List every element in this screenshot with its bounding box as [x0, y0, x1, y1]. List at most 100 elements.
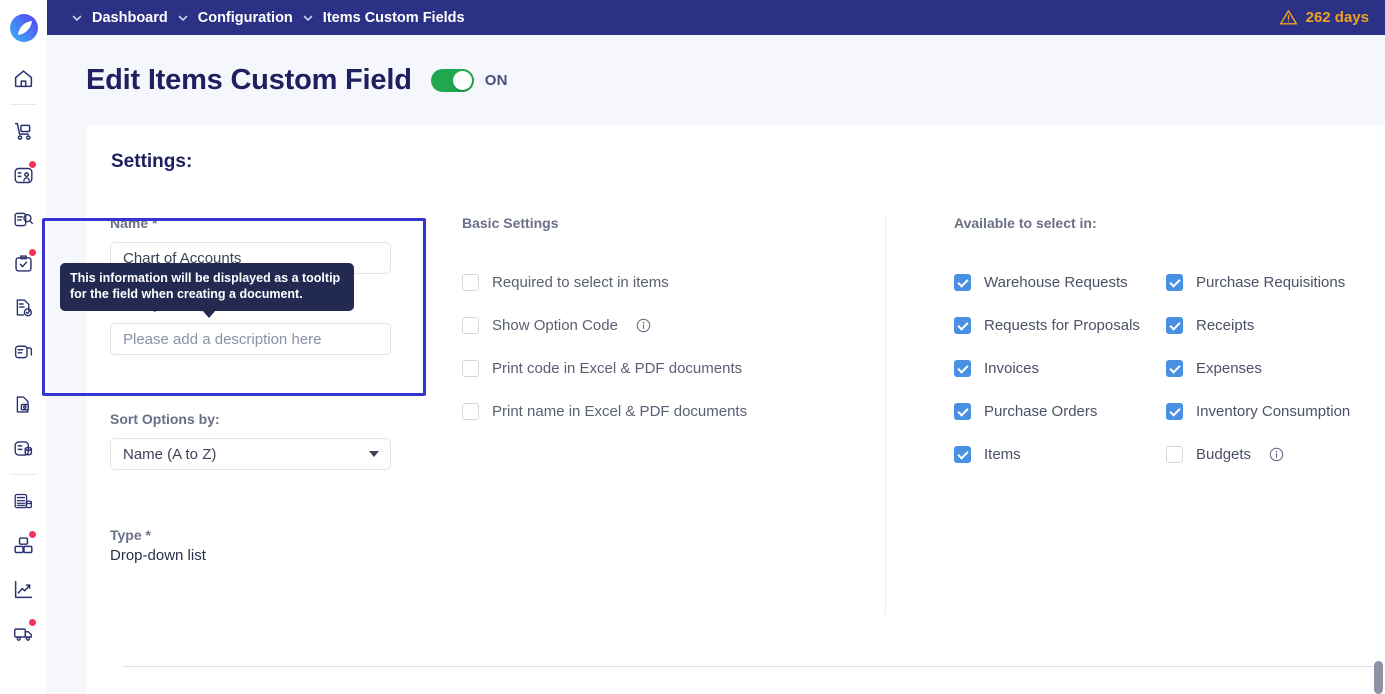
checkbox-label: Purchase Requisitions — [1196, 274, 1346, 291]
checkbox-show-option-code[interactable] — [462, 317, 479, 334]
sidebar-item-user-tasks[interactable] — [0, 153, 47, 197]
checkbox-label: Budgets — [1196, 446, 1252, 463]
notification-badge — [28, 618, 37, 627]
checkbox-label: Requests for Proposals — [984, 317, 1140, 334]
type-value: Drop-down list — [110, 547, 206, 564]
available-in-column: Available to select in: Warehouse Reques… — [954, 215, 1374, 476]
checkbox-print-name[interactable] — [462, 403, 479, 420]
info-circle-icon[interactable] — [636, 318, 651, 333]
checkbox-row-print-name[interactable]: Print name in Excel & PDF documents — [462, 390, 902, 433]
info-circle-icon[interactable] — [1269, 447, 1284, 462]
checkbox-warehouse-requests[interactable] — [954, 274, 971, 291]
checkbox-row-purchase-requisitions[interactable]: Purchase Requisitions — [1166, 261, 1374, 304]
toggle-knob — [452, 70, 472, 90]
sidebar-items — [0, 56, 47, 655]
checkbox-label: Warehouse Requests — [984, 274, 1128, 291]
sidebar-divider — [10, 104, 37, 105]
notification-badge — [28, 530, 37, 539]
checkbox-row-required-to-select[interactable]: Required to select in items — [462, 261, 902, 304]
sidebar-item-list-database[interactable] — [0, 426, 47, 470]
checkbox-requests-for-proposals[interactable] — [954, 317, 971, 334]
checkbox-items[interactable] — [954, 446, 971, 463]
settings-heading: Settings: — [111, 151, 193, 172]
app-logo[interactable] — [0, 0, 47, 56]
sidebar-divider — [10, 474, 37, 475]
checkbox-required-to-select[interactable] — [462, 274, 479, 291]
checkbox-row-requests-for-proposals[interactable]: Requests for Proposals — [954, 304, 1166, 347]
sidebar — [0, 0, 47, 694]
chevron-down-icon — [369, 451, 379, 457]
checkbox-print-code[interactable] — [462, 360, 479, 377]
checkbox-expenses[interactable] — [1166, 360, 1183, 377]
chevron-down-icon[interactable] — [302, 12, 314, 24]
checkbox-row-warehouse-requests[interactable]: Warehouse Requests — [954, 261, 1166, 304]
name-label-text: Name * — [110, 215, 158, 231]
type-group: Type * Drop-down list — [110, 527, 440, 564]
chevron-down-icon[interactable] — [177, 12, 189, 24]
checkbox-row-items[interactable]: Items — [954, 433, 1166, 476]
trial-days-label: 262 days — [1305, 9, 1369, 26]
checkbox-row-print-code[interactable]: Print code in Excel & PDF documents — [462, 347, 902, 390]
type-label: Type * — [110, 527, 151, 543]
settings-card: Settings: Name * Chart of Accounts Descr… — [86, 125, 1385, 694]
sidebar-item-file-lock[interactable] — [0, 382, 47, 426]
sort-options-group: Sort Options by: Name (A to Z) — [110, 411, 440, 470]
sidebar-item-document-check[interactable] — [0, 285, 47, 329]
checkbox-invoices[interactable] — [954, 360, 971, 377]
checkbox-row-invoices[interactable]: Invoices — [954, 347, 1166, 390]
toggle-state-label: ON — [484, 71, 508, 89]
page-title: Edit Items Custom Field — [86, 63, 412, 96]
sidebar-item-analytics-trend[interactable] — [0, 567, 47, 611]
breadcrumb-item-configuration[interactable]: Configuration — [198, 10, 293, 26]
sidebar-item-shipping-truck[interactable] — [0, 611, 47, 655]
checkbox-label: Receipts — [1196, 317, 1255, 334]
sidebar-item-file-receipt[interactable] — [0, 329, 47, 373]
sidebar-item-inventory-blocks[interactable] — [0, 523, 47, 567]
checkbox-label: Items — [984, 446, 1021, 463]
notification-badge — [28, 160, 37, 169]
description-tooltip: This information will be displayed as a … — [60, 263, 354, 318]
chevron-down-icon[interactable] — [71, 12, 83, 24]
checkbox-budgets[interactable] — [1166, 446, 1183, 463]
checkbox-inventory-consumption[interactable] — [1166, 403, 1183, 420]
checkbox-label: Expenses — [1196, 360, 1262, 377]
sidebar-item-delivery-cart[interactable] — [0, 109, 47, 153]
sidebar-item-calculator-database[interactable] — [0, 479, 47, 523]
top-navigation-bar: Dashboard Configuration Items Custom Fie… — [47, 0, 1385, 35]
checkbox-row-expenses[interactable]: Expenses — [1166, 347, 1374, 390]
page-header: Edit Items Custom Field ON — [47, 35, 1385, 125]
checkbox-purchase-requisitions[interactable] — [1166, 274, 1183, 291]
app-root: Dashboard Configuration Items Custom Fie… — [0, 0, 1385, 694]
checkbox-label: Invoices — [984, 360, 1040, 377]
sidebar-item-approval-checklist[interactable] — [0, 241, 47, 285]
checkbox-label: Show Option Code — [492, 317, 618, 334]
sort-options-select[interactable]: Name (A to Z) — [110, 438, 391, 470]
basic-settings-list: Required to select in items Show Option … — [462, 261, 902, 433]
checkbox-receipts[interactable] — [1166, 317, 1183, 334]
sidebar-item-home[interactable] — [0, 56, 47, 100]
enable-field-toggle[interactable] — [430, 68, 474, 92]
checkbox-row-receipts[interactable]: Receipts — [1166, 304, 1374, 347]
sidebar-item-document-search[interactable] — [0, 197, 47, 241]
sort-options-label: Sort Options by: — [110, 411, 220, 427]
checkbox-row-show-option-code[interactable]: Show Option Code — [462, 304, 902, 347]
checkbox-purchase-orders[interactable] — [954, 403, 971, 420]
footer-divider — [123, 666, 1385, 667]
name-field-label: Name * — [110, 215, 440, 231]
warning-triangle-icon — [1279, 8, 1298, 27]
checkbox-label: Print name in Excel & PDF documents — [492, 403, 748, 420]
trial-days-indicator[interactable]: 262 days — [1279, 8, 1369, 27]
breadcrumb-item-dashboard[interactable]: Dashboard — [92, 10, 168, 26]
breadcrumb: Dashboard Configuration Items Custom Fie… — [71, 10, 1279, 26]
checkbox-row-inventory-consumption[interactable]: Inventory Consumption — [1166, 390, 1374, 433]
breadcrumb-item-items-custom-fields: Items Custom Fields — [322, 9, 465, 26]
checkbox-label: Inventory Consumption — [1196, 403, 1351, 420]
checkbox-label: Purchase Orders — [984, 403, 1098, 420]
description-input[interactable]: Please add a description here — [110, 323, 391, 355]
vertical-scrollbar-thumb[interactable] — [1374, 661, 1383, 694]
checkbox-row-budgets[interactable]: Budgets — [1166, 433, 1374, 476]
checkbox-row-purchase-orders[interactable]: Purchase Orders — [954, 390, 1166, 433]
available-in-heading: Available to select in: — [954, 215, 1097, 231]
notification-badge — [28, 248, 37, 257]
checkbox-label: Print code in Excel & PDF documents — [492, 360, 743, 377]
